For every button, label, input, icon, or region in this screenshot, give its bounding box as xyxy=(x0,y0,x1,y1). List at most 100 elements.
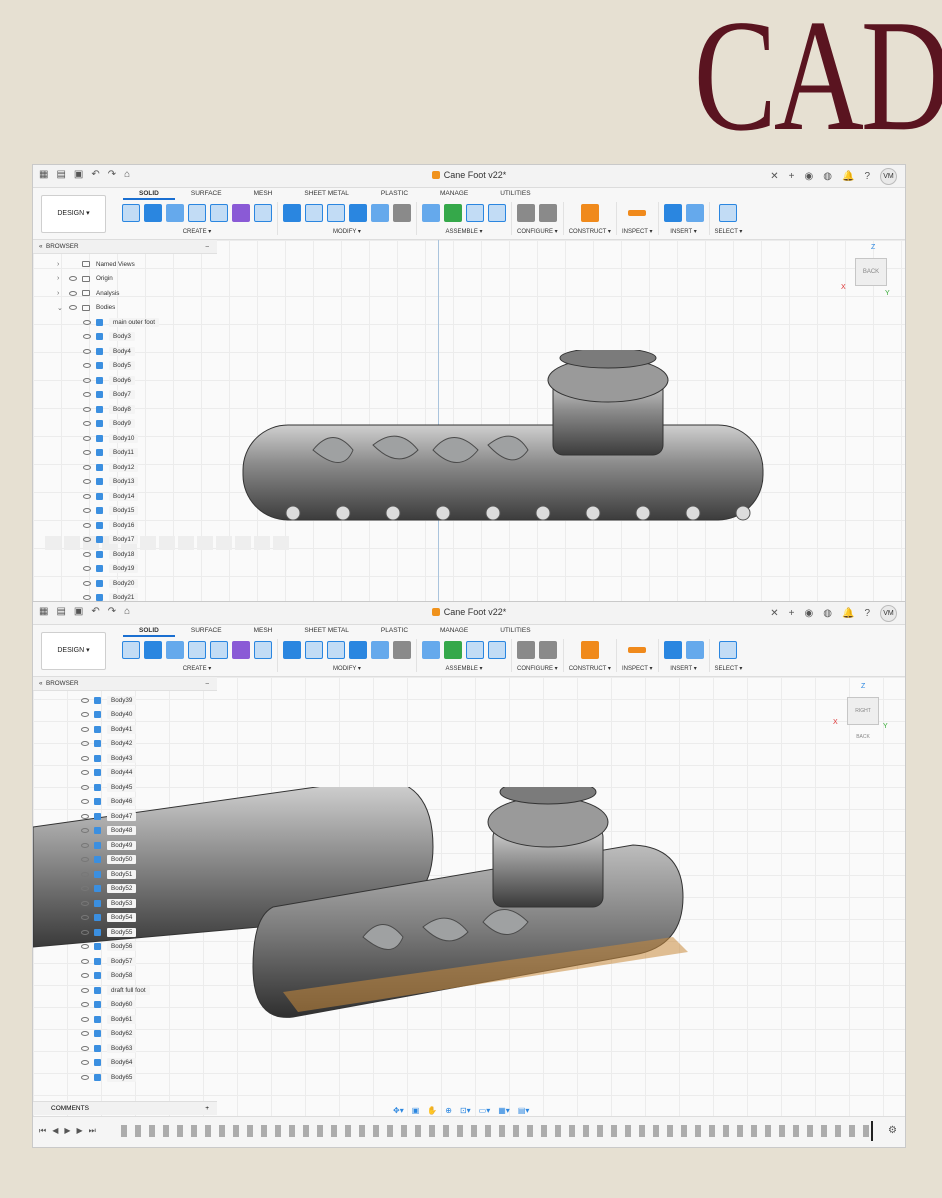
eye-icon[interactable] xyxy=(83,566,91,572)
extrude-icon[interactable] xyxy=(144,641,162,659)
tree-body-item[interactable]: Body41 xyxy=(33,722,217,737)
tree-body-item[interactable]: Body20 xyxy=(33,576,217,591)
insert-canvas-icon[interactable] xyxy=(685,204,704,222)
eye-icon[interactable] xyxy=(83,464,91,470)
tree-folder-named-views[interactable]: › Named Views xyxy=(33,257,217,272)
select-menu-label[interactable]: SELECT xyxy=(715,666,738,672)
joint-icon[interactable] xyxy=(422,641,440,659)
pan-icon[interactable]: ✋ xyxy=(427,1106,437,1115)
tree-body-item[interactable]: Body4 xyxy=(33,344,217,359)
tree-body-item[interactable]: Body7 xyxy=(33,388,217,403)
create-form-icon[interactable] xyxy=(232,641,250,659)
canvas-viewport-bottom[interactable]: RIGHT BACK Z X Y « BROWSER – Body39 Body40… xyxy=(33,677,905,1147)
tab-solid[interactable]: SOLID xyxy=(123,190,175,200)
cube-face-back[interactable]: BACK xyxy=(855,258,887,286)
eye-icon[interactable] xyxy=(81,1060,89,1066)
tree-body-item[interactable]: Body48 xyxy=(33,824,217,839)
tree-body-item[interactable]: Body47 xyxy=(33,809,217,824)
measure-icon[interactable] xyxy=(628,647,647,653)
tab-solid[interactable]: SOLID xyxy=(123,627,175,637)
joint-icon[interactable] xyxy=(422,204,440,222)
assemble-menu-label[interactable]: ASSEMBLE xyxy=(445,229,477,235)
tab-surface[interactable]: SURFACE xyxy=(175,627,238,637)
tab-sheet-metal[interactable]: SHEET METAL xyxy=(288,627,365,637)
tree-body-item[interactable]: Body10 xyxy=(33,431,217,446)
workspace-switcher[interactable]: DESIGN ▾ xyxy=(41,195,106,233)
eye-icon[interactable] xyxy=(81,741,89,747)
eye-icon[interactable] xyxy=(83,551,91,557)
eye-icon[interactable] xyxy=(83,493,91,499)
hole-icon[interactable] xyxy=(188,204,206,222)
tree-body-item[interactable]: Body14 xyxy=(33,489,217,504)
insert-canvas-icon[interactable] xyxy=(685,641,704,659)
joint-origin-icon[interactable] xyxy=(488,204,506,222)
eye-icon[interactable] xyxy=(81,987,89,993)
eye-icon[interactable] xyxy=(83,377,91,383)
select-icon[interactable] xyxy=(719,204,738,222)
chamfer-icon[interactable] xyxy=(327,204,345,222)
chamfer-icon[interactable] xyxy=(327,641,345,659)
tab-manage[interactable]: MANAGE xyxy=(424,627,484,637)
tab-manage[interactable]: MANAGE xyxy=(424,190,484,200)
combine-icon[interactable] xyxy=(349,641,367,659)
tree-folder-origin[interactable]: › Origin xyxy=(33,272,217,287)
sweep-icon[interactable] xyxy=(254,641,272,659)
tab-surface[interactable]: SURFACE xyxy=(175,190,238,200)
new-tab-icon[interactable]: + xyxy=(789,608,795,619)
pattern-icon[interactable] xyxy=(210,204,228,222)
collapse-browser-icon[interactable]: – xyxy=(205,240,209,253)
configure-menu-label[interactable]: CONFIGURE xyxy=(517,666,553,672)
eye-icon[interactable] xyxy=(83,537,91,543)
eye-icon[interactable] xyxy=(83,580,91,586)
tree-body-item[interactable]: Body18 xyxy=(33,547,217,562)
eye-icon[interactable] xyxy=(81,697,89,703)
new-component-icon[interactable] xyxy=(444,641,462,659)
eye-icon[interactable] xyxy=(83,595,91,601)
go-to-end-icon[interactable]: ⏭ xyxy=(89,1126,96,1136)
tree-body-item[interactable]: Body55 xyxy=(33,925,217,940)
extensions-icon[interactable]: ◉ xyxy=(805,608,814,619)
tree-body-item[interactable]: draft full foot xyxy=(33,983,217,998)
notifications-icon[interactable]: 🔔 xyxy=(842,608,854,619)
eye-icon[interactable] xyxy=(81,770,89,776)
eye-icon[interactable] xyxy=(81,1031,89,1037)
eye-icon[interactable] xyxy=(81,900,89,906)
eye-icon[interactable] xyxy=(83,319,91,325)
fillet-icon[interactable] xyxy=(305,204,323,222)
assemble-menu-label[interactable]: ASSEMBLE xyxy=(445,666,477,672)
construct-menu-label[interactable]: CONSTRUCT xyxy=(569,229,607,235)
canvas-viewport-top[interactable]: BACK Z X Y « BROWSER – › Named Views › Orig… xyxy=(33,240,905,602)
eye-icon[interactable] xyxy=(81,842,89,848)
job-status-icon[interactable]: ◍ xyxy=(823,608,832,619)
insert-menu-label[interactable]: INSERT xyxy=(670,666,692,672)
grid-settings-icon[interactable]: ▦▾ xyxy=(498,1106,510,1115)
hole-icon[interactable] xyxy=(188,641,206,659)
help-icon[interactable]: ? xyxy=(864,608,870,619)
revolve-icon[interactable] xyxy=(166,641,184,659)
timeline-features[interactable] xyxy=(121,1125,875,1137)
eye-icon[interactable] xyxy=(81,1016,89,1022)
eye-icon[interactable] xyxy=(81,813,89,819)
look-at-icon[interactable]: ▣ xyxy=(412,1106,420,1115)
eye-icon[interactable] xyxy=(83,479,91,485)
tree-body-item[interactable]: Body51 xyxy=(33,867,217,882)
offset-plane-icon[interactable] xyxy=(580,204,599,222)
modify-menu-label[interactable]: MODIFY xyxy=(333,229,356,235)
create-menu-label[interactable]: CREATE xyxy=(183,666,207,672)
tree-body-item[interactable]: Body57 xyxy=(33,954,217,969)
configure-table-icon[interactable] xyxy=(539,641,558,659)
cube-face-back[interactable]: BACK xyxy=(856,734,870,740)
view-cube[interactable]: BACK Z X Y xyxy=(841,244,890,297)
notifications-icon[interactable]: 🔔 xyxy=(842,171,854,182)
tree-body-item[interactable]: Body63 xyxy=(33,1041,217,1056)
tree-folder-bodies[interactable]: ⌄ Bodies xyxy=(33,301,217,316)
tree-body-item[interactable]: Body61 xyxy=(33,1012,217,1027)
go-to-start-icon[interactable]: ⏮ xyxy=(39,1126,46,1136)
tree-folder-analysis[interactable]: › Analysis xyxy=(33,286,217,301)
chevron-right-icon[interactable]: › xyxy=(57,261,65,268)
revolve-icon[interactable] xyxy=(166,204,184,222)
as-built-joint-icon[interactable] xyxy=(466,641,484,659)
inspect-menu-label[interactable]: INSPECT xyxy=(622,666,648,672)
tree-body-item[interactable]: Body12 xyxy=(33,460,217,475)
tree-body-item[interactable]: Body56 xyxy=(33,940,217,955)
